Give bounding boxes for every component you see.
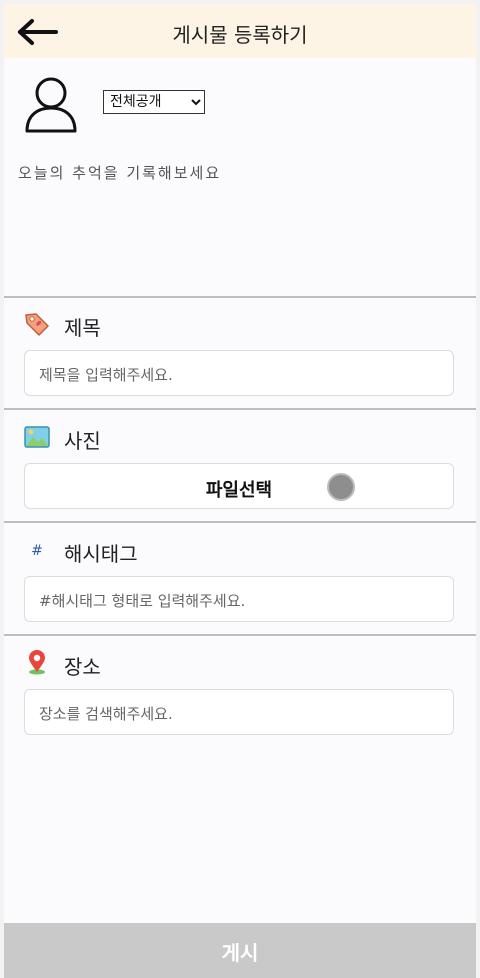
hashtag-input-placeholder: #해시태그 형태로 입력해주세요. [39, 592, 246, 610]
photo-section-label: 사진 [64, 429, 101, 453]
title-section-label: 제목 [64, 316, 101, 340]
user-avatar [24, 76, 78, 134]
submit-button-label: 게시 [221, 941, 259, 965]
image-icon [24, 424, 50, 450]
section-divider [4, 521, 476, 523]
visibility-select[interactable]: 전체공개 [103, 90, 205, 114]
location-input-placeholder: 장소를 검색해주세요. [39, 705, 173, 723]
section-divider [4, 408, 476, 410]
memo-textarea[interactable]: 오늘의 추억을 기록해보세요 [18, 162, 221, 183]
location-section-label: 장소 [64, 655, 101, 679]
location-input[interactable]: 장소를 검색해주세요. [24, 689, 454, 735]
section-divider [4, 634, 476, 636]
hashtag-section-label: 해시태그 [64, 542, 138, 566]
submit-button[interactable]: 게시 [4, 923, 476, 978]
app-header: 게시물 등록하기 [4, 4, 476, 58]
tag-icon [24, 311, 50, 337]
hash-icon: # [31, 543, 43, 559]
file-select-label: 파일선택 [205, 480, 273, 501]
map-pin-icon [24, 649, 50, 675]
post-form-screen: 게시물 등록하기 전체공개 오늘의 추억을 기록해보세요 제목 제목을 입력해주… [4, 4, 476, 978]
section-divider [4, 296, 476, 298]
page-title: 게시물 등록하기 [172, 23, 308, 47]
user-icon [25, 77, 77, 133]
file-select-button[interactable]: 파일선택 [24, 463, 454, 509]
title-input-placeholder: 제목을 입력해주세요. [39, 366, 173, 384]
title-input[interactable]: 제목을 입력해주세요. [24, 350, 454, 396]
file-select-indicator [327, 473, 355, 501]
hashtag-input[interactable]: #해시태그 형태로 입력해주세요. [24, 576, 454, 622]
